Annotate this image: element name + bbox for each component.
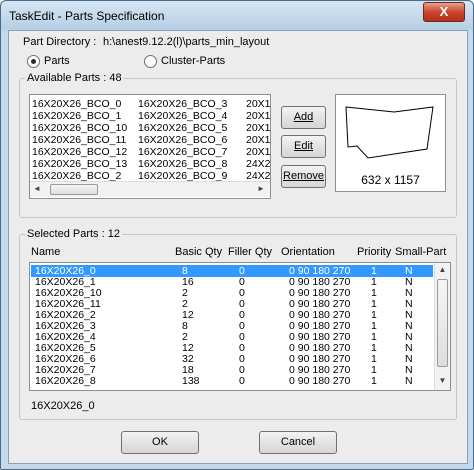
part-directory-label: Part Directory : [23,36,97,48]
parts-radio[interactable] [27,55,40,68]
remove-button[interactable]: Remove [281,165,326,188]
scroll-up-arrow[interactable]: ▲ [437,265,448,274]
selected-parts-list[interactable]: 16X20X26_0 8 0 0 90 180 270 1 N 16X20X26_1 16 0 0… [29,262,451,391]
ok-button[interactable]: OK [121,431,199,454]
col-header-priority[interactable]: Priority [357,246,391,258]
table-row[interactable]: 16X20X26_8 138 0 0 90 180 270 1 N [31,375,433,387]
parts-radio-label[interactable]: Parts [44,55,70,67]
edit-button-label: Edit [294,140,313,152]
col-header-name[interactable]: Name [31,246,60,258]
scroll-down-arrow[interactable]: ▼ [437,376,448,385]
available-col3-item[interactable]: 20X1 [246,98,270,110]
available-col3-item[interactable]: 20X1 [246,146,270,158]
dialog-client-area: Part Directory : h:\anest9.12.2(l)\parts… [8,30,468,464]
available-col1-item[interactable]: 16X20X26_BCO_12 [32,146,127,158]
available-col1-item[interactable]: 16X20X26_BCO_10 [32,122,127,134]
cluster-parts-radio-label[interactable]: Cluster-Parts [161,55,225,67]
dialog-window: TaskEdit - Parts Specification X Part Di… [0,0,474,470]
col-header-filler-qty[interactable]: Filler Qty [228,246,272,258]
cancel-button[interactable]: Cancel [259,431,337,454]
selected-vscrollbar[interactable]: ▲ ▼ [434,263,450,390]
part-size-label: 632 x 1157 [361,173,420,187]
part-outline-shape [345,106,434,159]
add-button[interactable]: Add [281,106,326,129]
scroll-left-arrow[interactable]: ◄ [32,184,42,193]
remove-button-label: Remove [283,170,324,182]
available-col1-item[interactable]: 16X20X26_BCO_11 [32,134,126,146]
col-header-orientation[interactable]: Orientation [281,246,335,258]
cell-orientation: 0 90 180 270 [289,375,351,387]
available-col1-item[interactable]: 16X20X26_BCO_13 [32,158,127,170]
close-button[interactable]: X [423,2,465,22]
available-col2-item[interactable]: 16X20X26_BCO_5 [138,122,227,134]
available-col1-item[interactable]: 16X20X26_BCO_0 [32,98,121,110]
part-directory-value: h:\anest9.12.2(l)\parts_min_layout [103,36,270,48]
col-header-small-part[interactable]: Small-Part [395,246,446,258]
available-parts-list[interactable]: 16X20X26_BCO_0 16X20X26_BCO_1 16X20X26_BCO… [29,94,271,199]
available-col2-item[interactable]: 16X20X26_BCO_7 [138,146,227,158]
available-col3-item[interactable]: 24X2 [246,158,270,170]
available-parts-label: Available Parts : 48 [25,72,124,84]
available-col3-item[interactable]: 20X1 [246,110,270,122]
current-part-label: 16X20X26_0 [31,400,95,412]
cell-priority: 1 [371,375,377,387]
vscroll-thumb[interactable] [437,279,448,367]
cell-filler-qty: 0 [239,375,245,387]
available-col2-item[interactable]: 16X20X26_BCO_3 [138,98,227,110]
selected-parts-label: Selected Parts : 12 [25,228,122,240]
cell-small-part: N [405,375,413,387]
cell-name: 16X20X26_8 [35,375,96,387]
add-button-label: Add [293,111,314,123]
available-col2-item[interactable]: 16X20X26_BCO_4 [138,110,227,122]
col-header-basic-qty[interactable]: Basic Qty [175,246,222,258]
available-col2-item[interactable]: 16X20X26_BCO_6 [138,134,227,146]
available-col3-item[interactable]: 20X1 [246,122,270,134]
available-col1-item[interactable]: 16X20X26_BCO_1 [32,110,121,122]
title-bar[interactable]: TaskEdit - Parts Specification X [1,1,473,31]
cluster-parts-radio[interactable] [144,55,157,68]
scroll-right-arrow[interactable]: ► [256,184,266,193]
available-col3-item[interactable]: 20X1 [246,134,270,146]
cell-basic-qty: 138 [182,375,200,387]
window-title: TaskEdit - Parts Specification [9,9,165,23]
hscroll-thumb[interactable] [50,184,98,195]
part-preview: 632 x 1157 [335,94,446,192]
edit-button[interactable]: Edit [281,135,326,158]
available-hscrollbar[interactable]: ◄ ► [30,181,270,197]
available-col2-item[interactable]: 16X20X26_BCO_8 [138,158,227,170]
